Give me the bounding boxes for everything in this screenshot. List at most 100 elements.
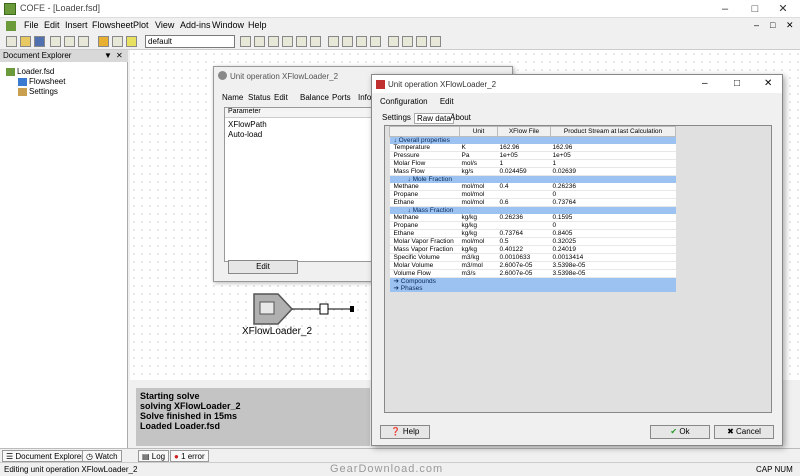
zoom-out-icon[interactable] (342, 36, 353, 47)
expand-arrow-icon[interactable]: ➔ (394, 285, 401, 292)
pan-icon[interactable] (370, 36, 381, 47)
dialog1-title: Unit operation XFlowLoader_2 (230, 72, 339, 81)
run-icon[interactable] (112, 36, 123, 47)
dialog-maximize-icon[interactable]: □ (734, 78, 740, 89)
mdi-close-icon[interactable]: ✕ (786, 20, 794, 31)
tab-document-explorer[interactable]: ☰ Document Explorer (2, 450, 88, 462)
tab-settings[interactable]: Settings (382, 113, 411, 122)
table-row[interactable]: Molar Volume m3/mol 2.6007e-05 3.5398e-05 (389, 261, 676, 270)
tab-edit[interactable]: Edit (274, 93, 288, 102)
tab-name[interactable]: Name (222, 93, 243, 102)
table-row[interactable]: Mass Vapor Fraction kg/kg 0.40122 0.24019 (389, 245, 676, 254)
print-icon[interactable] (388, 36, 399, 47)
tab-balance[interactable]: Balance (300, 93, 329, 102)
print-setup-icon[interactable] (416, 36, 427, 47)
stream-tool-icon[interactable] (240, 36, 251, 47)
tab-status[interactable]: Status (248, 93, 271, 102)
param-autoload[interactable]: Auto-load (228, 130, 262, 139)
stream-tool6-icon[interactable] (310, 36, 321, 47)
dialog-minimize-icon[interactable]: – (702, 78, 708, 89)
mdi-restore-icon[interactable]: □ (770, 20, 775, 30)
edit-button[interactable]: Edit (228, 260, 298, 274)
menu-edit[interactable]: Edit (440, 97, 454, 106)
zoom-in-icon[interactable] (328, 36, 339, 47)
copy-icon[interactable] (64, 36, 75, 47)
close-icon[interactable]: ✕ (768, 0, 798, 18)
menu-edit[interactable]: Edit (44, 20, 60, 30)
open-icon[interactable] (20, 36, 31, 47)
check-icon: ✔ (670, 427, 680, 436)
table-row[interactable]: Methane mol/mol 0.4 0.26236 (389, 183, 676, 191)
doc-icon[interactable] (6, 21, 16, 31)
menu-addins[interactable]: Add-ins (180, 20, 211, 30)
solve-icon[interactable] (98, 36, 109, 47)
table-row[interactable]: Propane kg/kg 0 (389, 221, 676, 230)
mdi-minimize-icon[interactable]: – (754, 20, 759, 30)
menu-flowsheet[interactable]: Flowsheet (92, 20, 133, 30)
section-row[interactable]: ↓ Overall properties (389, 136, 676, 144)
menu-configuration[interactable]: Configuration (380, 97, 428, 106)
tab-info[interactable]: Info (358, 93, 371, 102)
print-preview-icon[interactable] (402, 36, 413, 47)
tree-item-loader[interactable]: Loader.fsd (6, 67, 54, 76)
tab-errors[interactable]: ● 1 error (170, 450, 209, 462)
tab-about[interactable]: About (450, 113, 471, 122)
minimize-icon[interactable]: – (710, 0, 740, 18)
help-button[interactable]: ❓ Help (380, 425, 430, 439)
table-row[interactable]: Ethane kg/kg 0.73764 0.8405 (389, 229, 676, 238)
tab-watch[interactable]: ◷ Watch (82, 450, 122, 462)
table-row[interactable]: Volume Flow m3/s 2.6007e-05 3.5398e-05 (389, 269, 676, 278)
menu-insert[interactable]: Insert (65, 20, 88, 30)
maximize-icon[interactable]: □ (740, 0, 770, 18)
stream-tool2-icon[interactable] (254, 36, 265, 47)
cut-icon[interactable] (50, 36, 61, 47)
pin-icon[interactable]: ▼ (104, 50, 112, 62)
table-row[interactable]: Molar Flow mol/s 1 1 (389, 159, 676, 168)
cancel-button[interactable]: ✖ Cancel (714, 425, 774, 439)
graphics-style-select[interactable]: default (145, 35, 235, 48)
new-icon[interactable] (6, 36, 17, 47)
menu-window[interactable]: Window (212, 20, 244, 30)
ok-button[interactable]: ✔ Ok (650, 425, 710, 439)
zoom-fit-icon[interactable] (356, 36, 367, 47)
paste-icon[interactable] (78, 36, 89, 47)
table-cell: Volume Flow (389, 269, 460, 278)
save-icon[interactable] (34, 36, 45, 47)
table-row[interactable]: Methane kg/kg 0.26236 0.1595 (389, 214, 676, 222)
section-row[interactable]: ➔ Compounds (389, 277, 676, 285)
expand-arrow-icon[interactable]: ➔ (394, 278, 401, 285)
menu-view[interactable]: View (155, 20, 174, 30)
tab-ports[interactable]: Ports (332, 93, 351, 102)
bottom-tabs: ☰ Document Explorer ◷ Watch ▤ Log ● 1 er… (0, 448, 800, 462)
log-line: solving XFlowLoader_2 (140, 401, 241, 411)
param-xflowpath[interactable]: XFlowPath (228, 120, 267, 129)
table-row[interactable]: Propane mol/mol 0 (389, 190, 676, 199)
table-row[interactable]: Pressure Pa 1e+05 1e+05 (389, 151, 676, 160)
dialog-close-icon[interactable]: ✕ (764, 78, 772, 89)
section-row[interactable]: ↓ Mass Fraction (389, 206, 676, 214)
log-icon: ▤ (142, 452, 152, 461)
stream-tool5-icon[interactable] (296, 36, 307, 47)
tree-item-flowsheet[interactable]: Flowsheet (18, 77, 65, 86)
tab-log[interactable]: ▤ Log (138, 450, 170, 462)
parameter-list[interactable]: Parameter XFlowPath Auto-load (224, 107, 374, 262)
tab-raw-data[interactable]: Raw data (414, 113, 454, 124)
tree-item-settings[interactable]: Settings (18, 87, 58, 96)
table-row[interactable]: Ethane mol/mol 0.6 0.73764 (389, 198, 676, 207)
explorer-close-icon[interactable]: ✕ (116, 50, 123, 62)
watch-icon: ◷ (86, 452, 96, 461)
menu-help[interactable]: Help (248, 20, 267, 30)
raw-data-grid[interactable]: Unit XFlow File Product Stream at last C… (384, 125, 772, 413)
table-row[interactable]: Molar Vapor Fraction mol/mol 0.5 0.32025 (389, 237, 676, 246)
table-row[interactable]: Temperature K 162.96 162.96 (389, 144, 676, 152)
menu-file[interactable]: File (24, 20, 39, 30)
section-row[interactable]: ↓ Mole Fraction (389, 175, 676, 183)
export-icon[interactable] (430, 36, 441, 47)
table-row[interactable]: Mass Flow kg/s 0.024459 0.02639 (389, 167, 676, 176)
stream-tool3-icon[interactable] (268, 36, 279, 47)
stream-tool4-icon[interactable] (282, 36, 293, 47)
pencil-icon[interactable] (126, 36, 137, 47)
section-row[interactable]: ➔ Phases (389, 285, 676, 293)
table-row[interactable]: Specific Volume m3/kg 0.0010633 0.0013414 (389, 253, 676, 262)
menu-plot[interactable]: Plot (133, 20, 149, 30)
